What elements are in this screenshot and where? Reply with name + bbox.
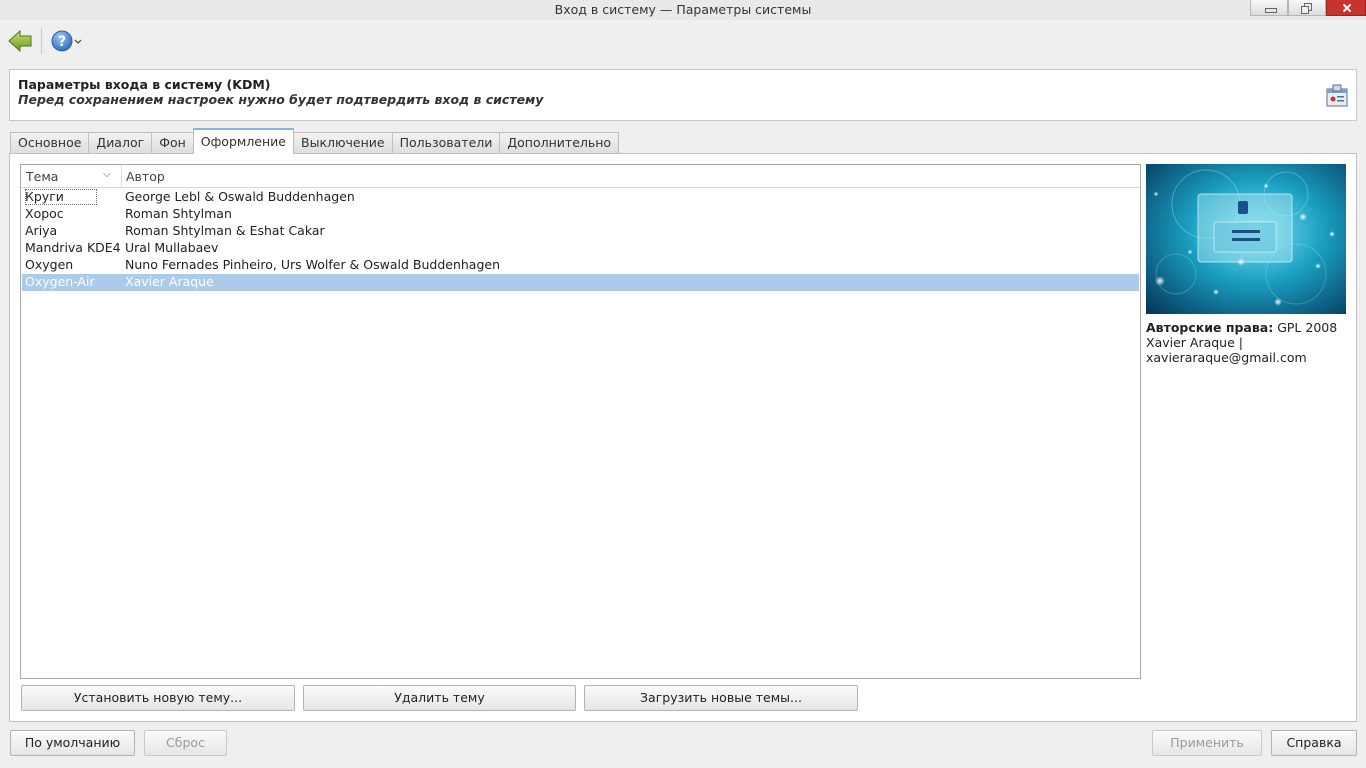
theme-row[interactable]: Mandriva KDE4 Ural Mullabaev (22, 240, 1139, 257)
copyright-label: Авторские права: (1146, 320, 1274, 335)
theme-name: Oxygen-Air (25, 274, 95, 289)
themes-panel: Тема ⌵ Автор Круги George Lebl & Oswald … (9, 153, 1357, 722)
minimize-button[interactable] (1250, 0, 1288, 16)
tab-shutdown[interactable]: Выключение (293, 132, 393, 154)
tab-general[interactable]: Основное (10, 132, 90, 154)
theme-row[interactable]: Круги George Lebl & Oswald Buddenhagen (22, 189, 1139, 206)
install-theme-button[interactable]: Установить новую тему... (21, 685, 295, 711)
back-arrow-icon (8, 29, 32, 53)
sort-chevron-icon: ⌵ (103, 169, 111, 180)
download-themes-button[interactable]: Загрузить новые темы... (584, 685, 858, 711)
tab-users[interactable]: Пользователи (391, 132, 501, 154)
theme-row[interactable]: Ariya Roman Shtylman & Eshat Cakar (22, 223, 1139, 240)
theme-name: Круги (25, 189, 97, 205)
tab-bar: Основное Диалог Фон Оформление Выключени… (10, 128, 620, 154)
restore-button[interactable] (1288, 0, 1326, 16)
theme-author: Roman Shtylman (125, 206, 232, 221)
toolbar: ? (0, 22, 1366, 60)
tab-advanced[interactable]: Дополнительно (499, 132, 620, 154)
theme-name: Хорос (25, 206, 64, 221)
kdm-login-icon (1325, 84, 1349, 108)
back-button[interactable] (8, 29, 32, 53)
close-button[interactable] (1326, 0, 1366, 16)
defaults-button[interactable]: По умолчанию (10, 730, 135, 756)
title-bar: Вход в систему — Параметры системы (0, 0, 1366, 20)
theme-list[interactable]: Тема ⌵ Автор Круги George Lebl & Oswald … (20, 164, 1141, 679)
theme-author-info: Xavier Araque | (1146, 335, 1243, 350)
theme-name: Oxygen (25, 257, 74, 272)
theme-author: Xavier Araque (125, 274, 214, 289)
reset-button[interactable]: Сброс (144, 730, 227, 756)
help-menu-button[interactable]: ? (51, 30, 85, 52)
tab-themes[interactable]: Оформление (192, 128, 294, 154)
theme-info: Авторские права: GPL 2008 Xavier Araque … (1146, 320, 1351, 365)
theme-author: Roman Shtylman & Eshat Cakar (125, 223, 325, 238)
page-title: Параметры входа в систему (KDM) (18, 77, 271, 92)
theme-preview-image (1146, 164, 1346, 314)
column-divider[interactable] (121, 165, 122, 188)
tab-dialog[interactable]: Диалог (88, 132, 153, 154)
theme-name: Ariya (25, 223, 58, 238)
copyright-value: GPL 2008 (1277, 320, 1338, 335)
column-header-theme[interactable]: Тема (26, 169, 58, 184)
theme-row[interactable]: Хорос Roman Shtylman (22, 206, 1139, 223)
theme-author: George Lebl & Oswald Buddenhagen (125, 189, 355, 204)
remove-theme-button[interactable]: Удалить тему (303, 685, 576, 711)
tab-background[interactable]: Фон (151, 132, 194, 154)
module-header: Параметры входа в систему (KDM) Перед со… (9, 69, 1357, 121)
theme-author: Nuno Fernades Pinheiro, Urs Wolfer & Osw… (125, 257, 500, 272)
svg-text:?: ? (58, 34, 66, 50)
theme-row[interactable]: Oxygen Nuno Fernades Pinheiro, Urs Wolfe… (22, 257, 1139, 274)
theme-author: Ural Mullabaev (125, 240, 219, 255)
window-title: Вход в систему — Параметры системы (554, 2, 812, 17)
theme-name: Mandriva KDE4 (25, 240, 121, 255)
apply-button[interactable]: Применить (1152, 730, 1262, 756)
window-controls (1250, 0, 1366, 16)
theme-author-email: xavieraraque@gmail.com (1146, 350, 1307, 365)
column-header-author[interactable]: Автор (126, 169, 165, 184)
page-subtitle: Перед сохранением настроек нужно будет п… (18, 92, 544, 107)
help-button[interactable]: Справка (1271, 730, 1357, 756)
theme-list-header: Тема ⌵ Автор (21, 165, 1140, 188)
help-icon: ? (51, 30, 82, 52)
theme-row-selected[interactable]: Oxygen-Air Xavier Araque (22, 274, 1139, 291)
toolbar-separator (41, 28, 42, 54)
